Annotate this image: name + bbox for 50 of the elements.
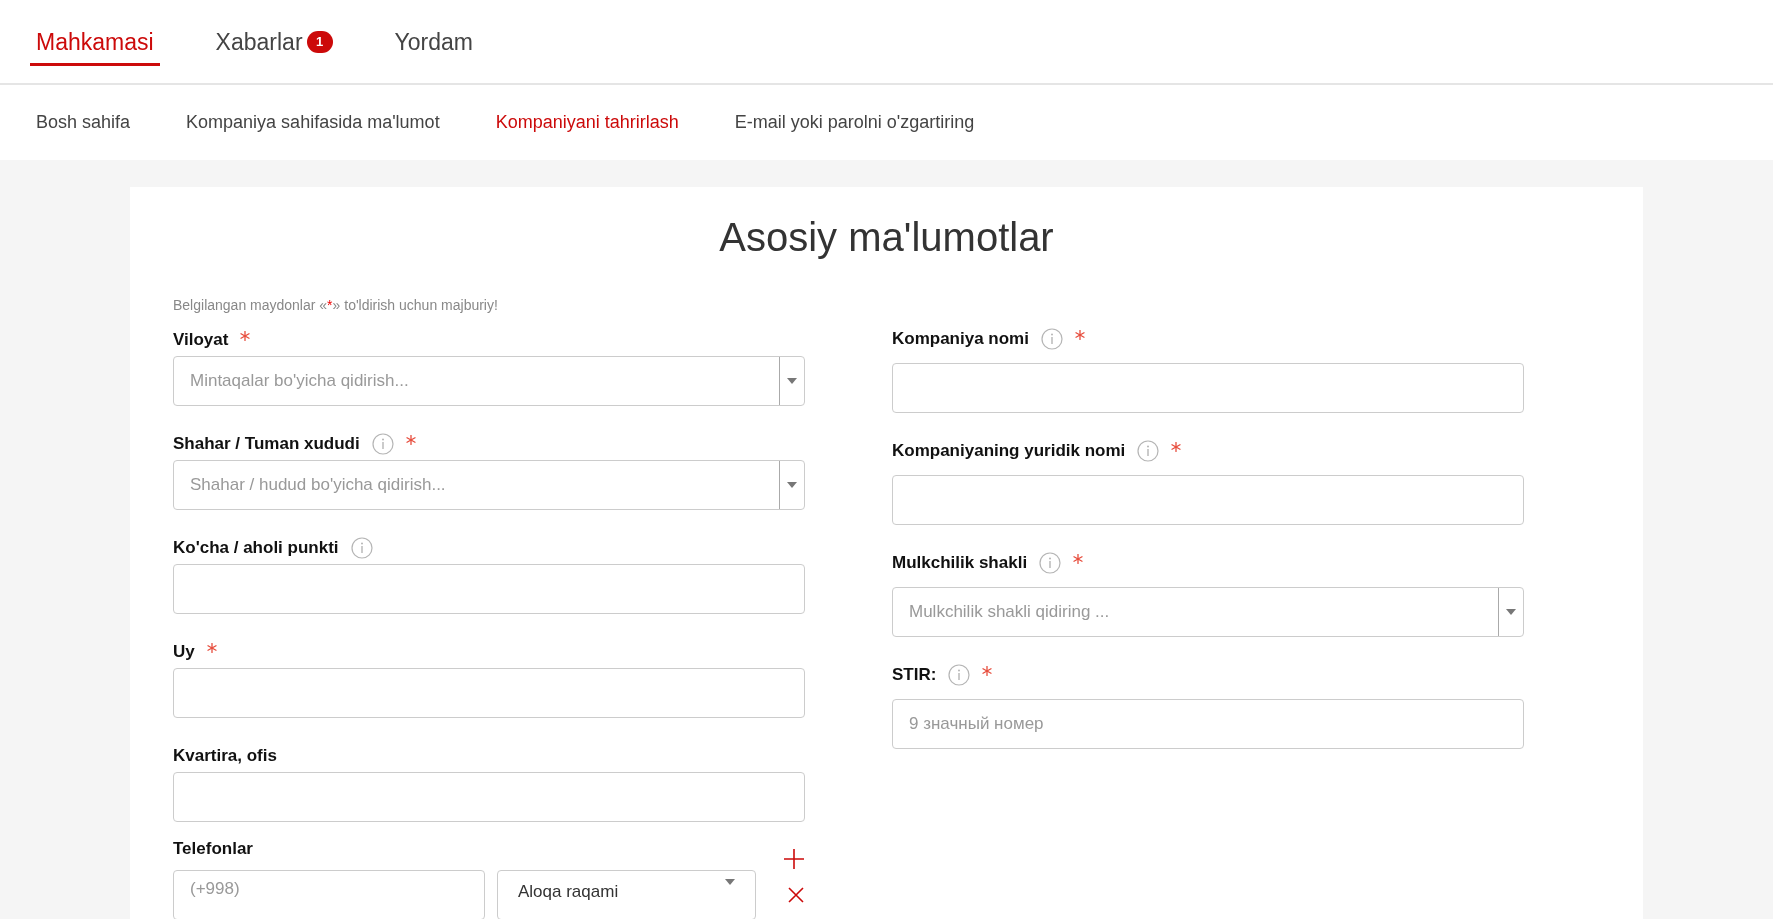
field-label: Mulkchilik shakli — [892, 552, 1028, 575]
input-field[interactable] — [892, 475, 1524, 525]
form-title: Asosiy ma'lumotlar — [718, 214, 1055, 261]
field-label: Kompaniyaning yuridik nomi — [892, 440, 1126, 463]
field-label: Kvartira, ofis — [173, 745, 277, 768]
sub-nav-link[interactable]: Bosh sahifa — [36, 109, 131, 136]
required-asterisk-icon — [405, 435, 416, 445]
caret-icon — [725, 878, 735, 885]
required-asterisk-icon — [1073, 554, 1084, 564]
field-label: Kompaniya nomi — [892, 328, 1029, 351]
top-tab[interactable]: Xabarlar 1 — [209, 16, 339, 67]
input-field[interactable] — [892, 363, 1524, 413]
input-field[interactable]: 9 значный номер — [892, 699, 1524, 749]
phone-input[interactable]: (+998) — [173, 869, 485, 919]
input-field[interactable] — [173, 668, 805, 718]
caret-icon — [1506, 609, 1516, 615]
required-asterisk-icon — [206, 643, 217, 653]
input-field[interactable] — [173, 564, 805, 614]
info-icon — [1137, 440, 1160, 462]
field-label: Viloyat — [173, 329, 229, 352]
field-label: Ko'cha / aholi punkti — [173, 537, 339, 560]
info-icon — [948, 664, 971, 686]
info-icon — [1039, 552, 1062, 574]
dropdown-placeholder: Shahar / hudud bo'yicha qidirish... — [190, 474, 446, 497]
input-field[interactable] — [173, 772, 805, 822]
dropdown-placeholder: Mintaqalar bo'yicha qidirish... — [190, 370, 409, 393]
phone-type-dropdown[interactable]: Aloqa raqami — [497, 869, 756, 919]
required-asterisk-icon — [240, 331, 251, 341]
required-note: Belgilangan maydonlar «*» to'ldirish uchun majburiy! — [173, 296, 499, 315]
sub-nav-link[interactable]: Kompaniyani tahrirlash — [495, 109, 679, 136]
top-tab[interactable]: Mahkamasi — [30, 16, 160, 67]
info-icon — [350, 537, 373, 559]
notification-badge: 1 — [306, 31, 333, 53]
field-label: Uy — [173, 641, 195, 664]
info-icon — [371, 433, 394, 455]
add-icon[interactable] — [783, 847, 805, 870]
dropdown-placeholder: Mulkchilik shakli qidiring ... — [909, 601, 1110, 624]
required-asterisk-icon — [1074, 330, 1085, 340]
field-label: Telefonlar — [173, 838, 253, 860]
top-tab[interactable]: Yordam — [388, 16, 479, 67]
caret-icon — [787, 482, 797, 488]
field-label: STIR: — [892, 664, 937, 687]
close-icon[interactable] — [788, 886, 804, 903]
field-label: Shahar / Tuman xududi — [173, 433, 360, 456]
sub-nav-link[interactable]: E-mail yoki parolni o'zgartiring — [734, 109, 975, 136]
info-icon — [1040, 328, 1063, 350]
required-asterisk-icon — [1171, 442, 1182, 452]
sub-nav-link[interactable]: Kompaniya sahifasida ma'lumot — [186, 109, 440, 136]
caret-icon — [787, 378, 797, 384]
required-asterisk-icon — [982, 666, 993, 676]
